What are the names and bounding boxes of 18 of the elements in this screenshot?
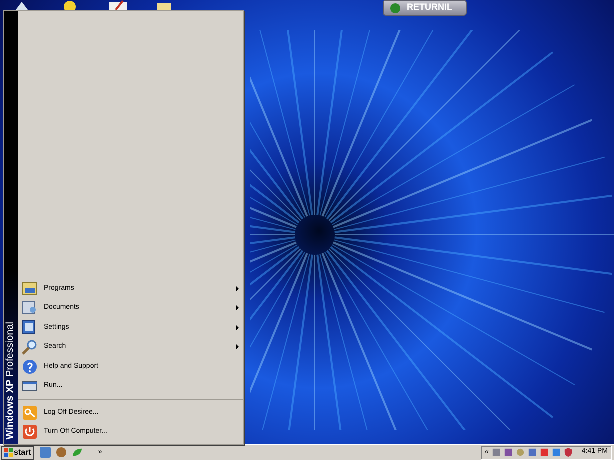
media-quick-launch-icon[interactable] <box>56 447 68 458</box>
chart-desktop-icon[interactable] <box>108 0 128 10</box>
programs-folder-icon <box>22 280 38 297</box>
network-tray-icon[interactable] <box>492 448 501 457</box>
power-icon <box>22 424 38 440</box>
key-icon <box>22 404 38 421</box>
help-icon <box>22 358 38 375</box>
start-button[interactable]: start <box>1 446 34 460</box>
leaf-quick-launch-icon[interactable] <box>72 447 84 458</box>
windows-flag-icon <box>4 448 13 457</box>
documents-icon <box>22 300 38 316</box>
smiley-desktop-icon[interactable] <box>63 0 77 10</box>
banner-text: Windows XP Professional <box>6 322 16 440</box>
browser-quick-launch-icon[interactable] <box>40 447 52 458</box>
shield-tray-icon[interactable] <box>564 448 573 457</box>
control-panel-icon <box>22 320 38 336</box>
search-icon <box>22 339 38 356</box>
folder-desktop-icon[interactable] <box>156 0 172 10</box>
